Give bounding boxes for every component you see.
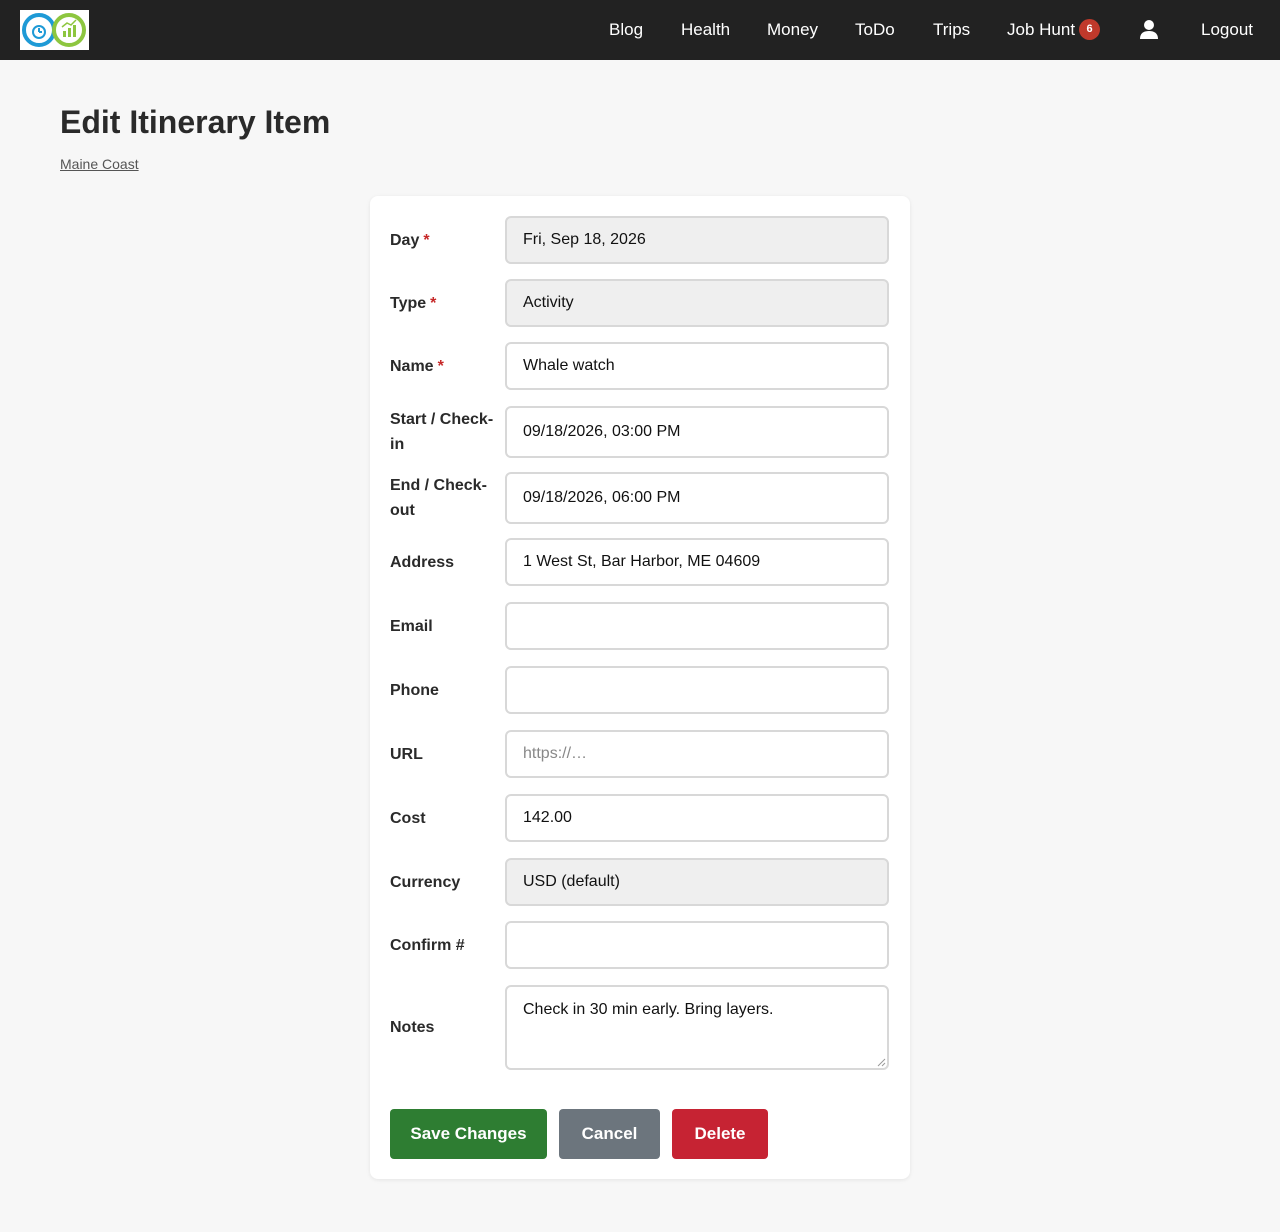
confirmation-input[interactable] xyxy=(505,921,889,969)
day-select[interactable]: Fri, Sep 18, 2026 xyxy=(505,216,889,264)
nav-blog[interactable]: Blog xyxy=(609,0,643,60)
notes-textarea[interactable]: Check in 30 min early. Bring layers. xyxy=(505,985,889,1070)
address-label: Address xyxy=(390,554,455,571)
day-label: Day * xyxy=(390,232,430,249)
job-hunt-count-badge: 6 xyxy=(1079,19,1101,41)
type-select[interactable]: Activity xyxy=(505,279,889,327)
resize-grip-icon[interactable] xyxy=(877,1058,886,1067)
logout-link[interactable]: Logout xyxy=(1201,0,1253,60)
nav-health[interactable]: Health xyxy=(681,0,730,60)
delete-button[interactable]: Delete xyxy=(672,1109,768,1159)
name-label: Name * xyxy=(390,358,444,375)
logo-icon xyxy=(22,13,86,47)
phone-label: Phone xyxy=(390,682,439,699)
start-datetime-input[interactable]: 09/18/2026, 03:00 PM xyxy=(505,406,889,458)
url-input[interactable]: https://… xyxy=(505,730,889,778)
confirmation-label: Confirm # xyxy=(390,937,465,954)
nav-trips[interactable]: Trips xyxy=(933,0,970,60)
address-input[interactable]: 1 West St, Bar Harbor, ME 04609 xyxy=(505,538,889,586)
cancel-button[interactable]: Cancel xyxy=(559,1109,660,1159)
nav-job-hunt-label: Job Hunt xyxy=(1007,20,1076,39)
currency-select[interactable]: USD (default) xyxy=(505,858,889,906)
notes-text: Check in 30 min early. Bring layers. xyxy=(523,1001,774,1018)
top-navbar: Blog Health Money ToDo Trips Job Hunt 6 L… xyxy=(0,0,1280,60)
breadcrumb-trip-link[interactable]: Maine Coast xyxy=(60,156,139,172)
cost-input[interactable]: 142.00 xyxy=(505,794,889,842)
cost-label: Cost xyxy=(390,810,426,827)
notes-label: Notes xyxy=(390,1019,435,1036)
nav-todo[interactable]: ToDo xyxy=(855,0,895,60)
url-label: URL xyxy=(390,746,423,763)
email-input[interactable] xyxy=(505,602,889,650)
name-input[interactable]: Whale watch xyxy=(505,342,889,390)
nav-job-hunt[interactable]: Job Hunt 6 xyxy=(1007,0,1101,60)
type-label: Type * xyxy=(390,295,437,312)
required-marker: * xyxy=(437,358,444,375)
start-checkin-label: Start / Check-in xyxy=(390,411,494,453)
user-icon[interactable] xyxy=(1139,19,1159,41)
page-title: Edit Itinerary Item xyxy=(60,104,331,140)
end-checkout-label: End / Check-out xyxy=(390,477,487,519)
required-marker: * xyxy=(430,295,437,312)
required-marker: * xyxy=(423,232,430,249)
phone-input[interactable] xyxy=(505,666,889,714)
currency-label: Currency xyxy=(390,874,461,891)
app-logo[interactable] xyxy=(20,10,89,50)
nav-money[interactable]: Money xyxy=(767,0,818,60)
email-label: Email xyxy=(390,618,433,635)
end-datetime-input[interactable]: 09/18/2026, 06:00 PM xyxy=(505,472,889,524)
save-changes-button[interactable]: Save Changes xyxy=(390,1109,547,1159)
